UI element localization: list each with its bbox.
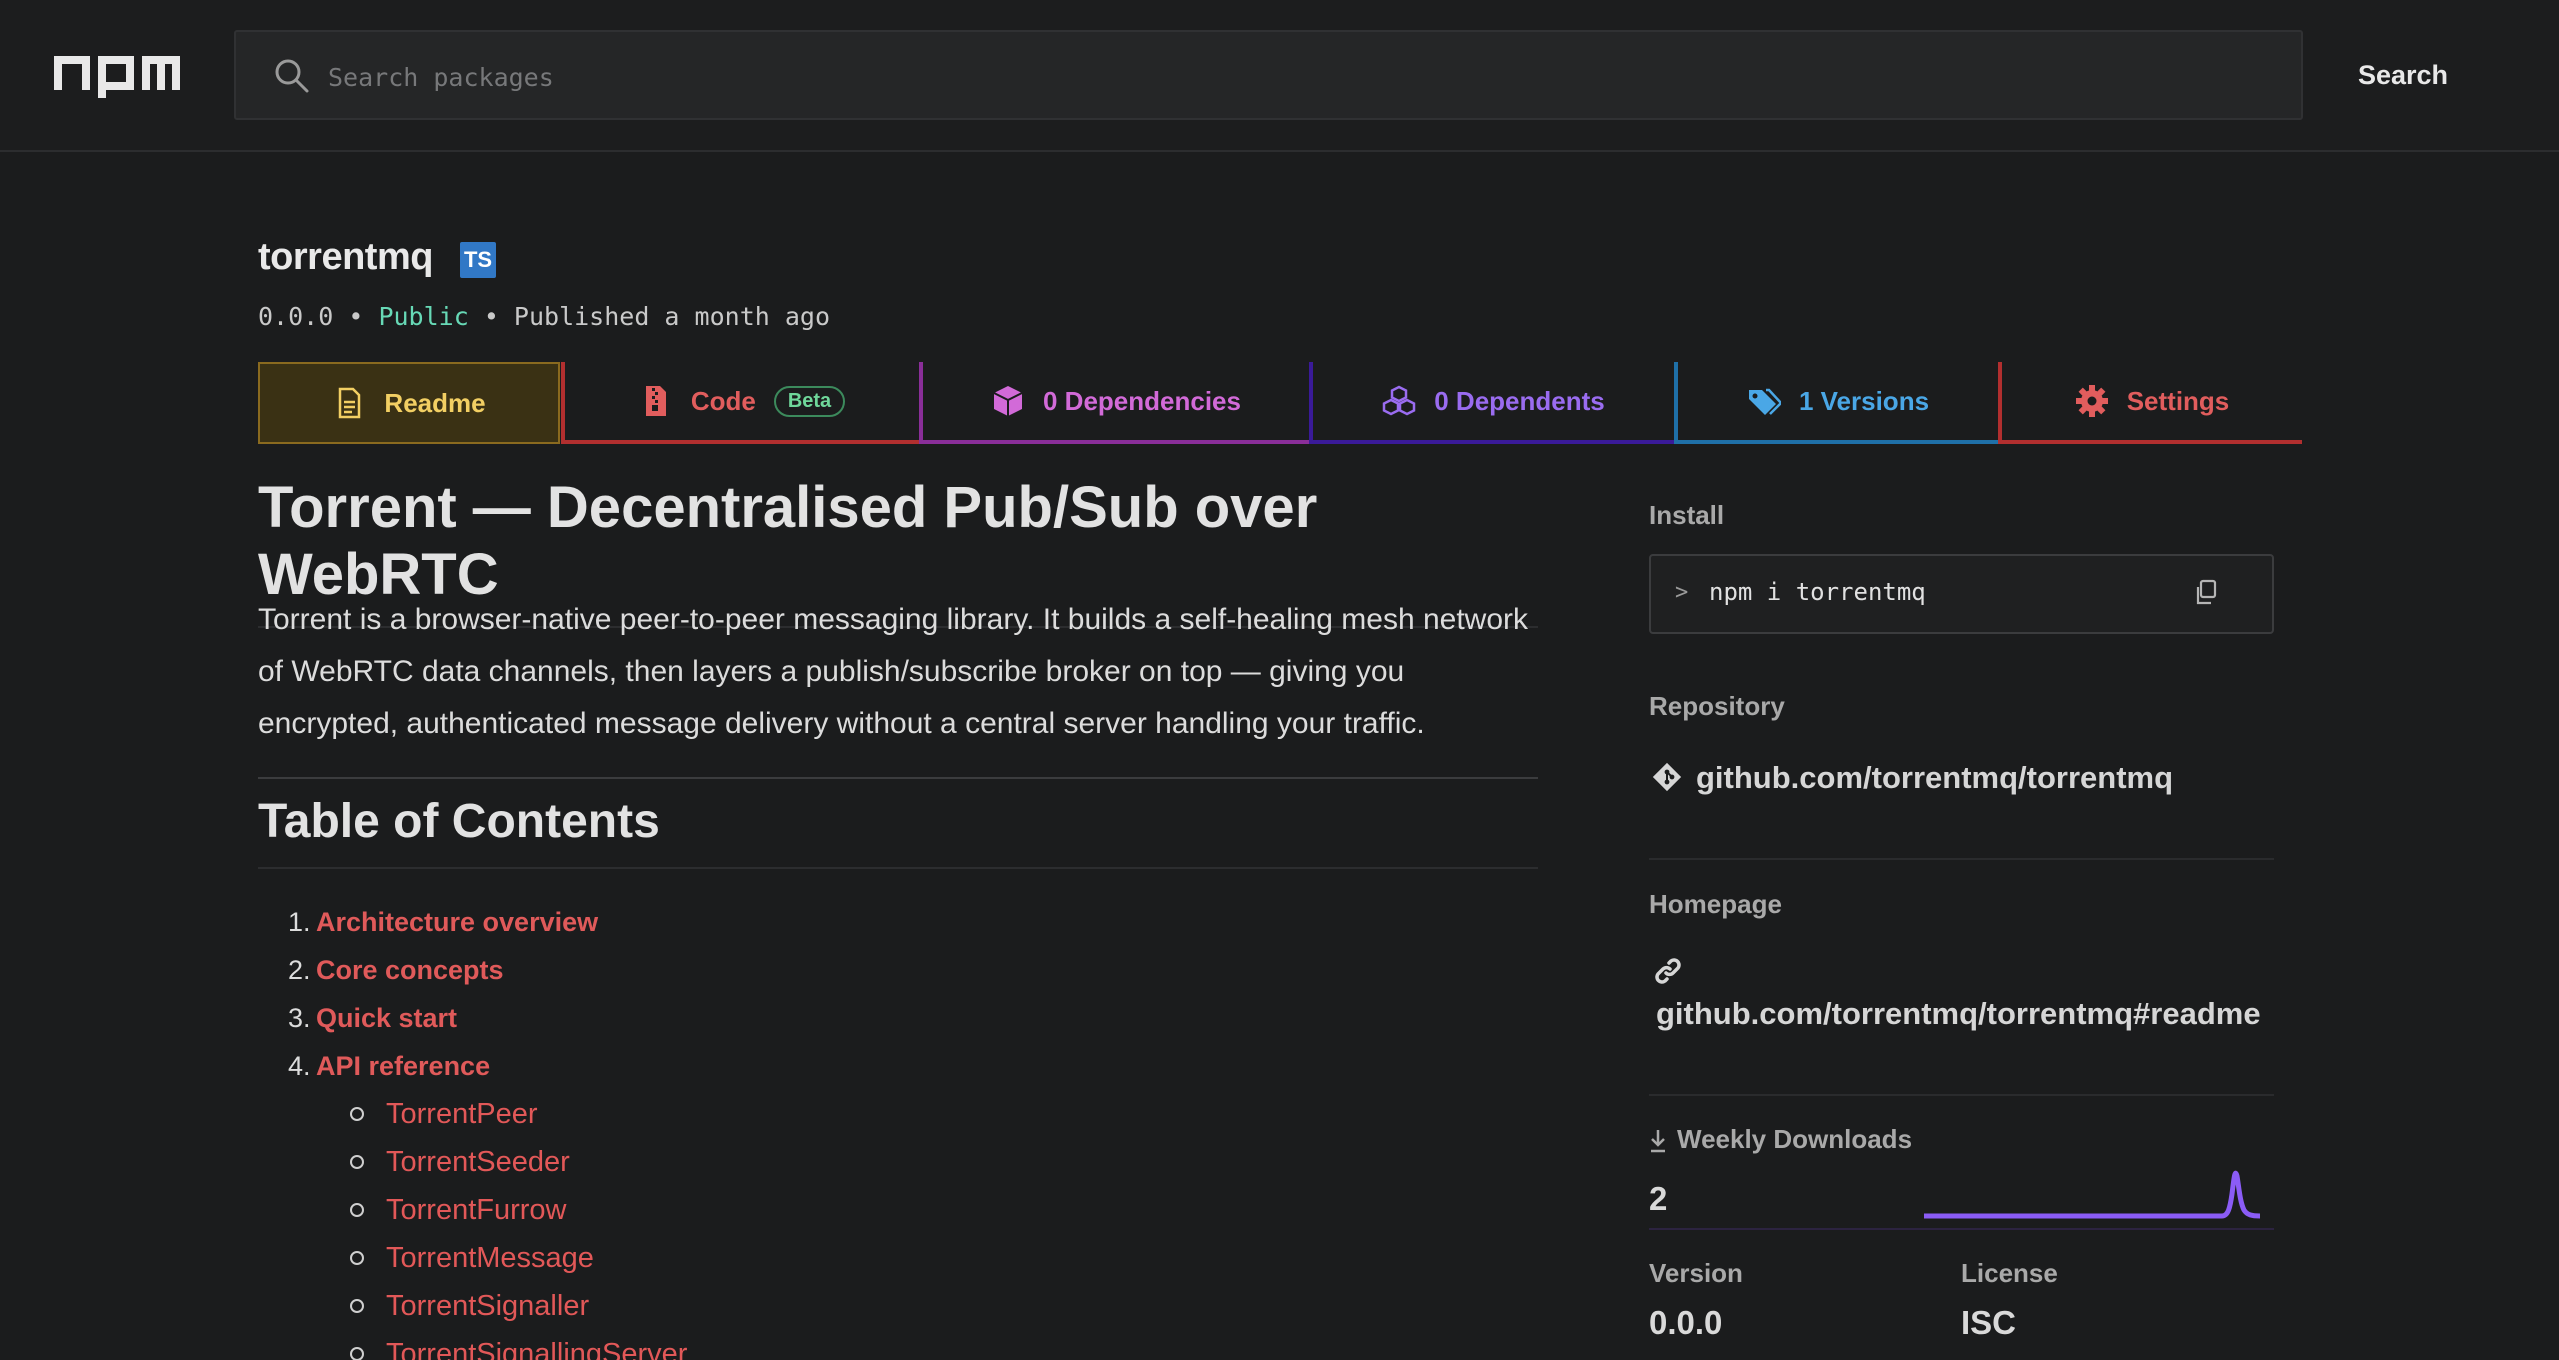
toc-link-torrentsignallingserver[interactable]: TorrentSignallingServer bbox=[386, 1338, 687, 1360]
license-value: ISC bbox=[1961, 1304, 2017, 1341]
toc-item: 4. API reference bbox=[288, 1042, 1488, 1090]
box-icon bbox=[993, 386, 1023, 416]
package-meta: 0.0.0 • Public • Published a month ago bbox=[258, 302, 830, 331]
toc-item: 2. Core concepts bbox=[288, 946, 1488, 994]
toc-number: 1. bbox=[288, 906, 311, 937]
toc-number: 3. bbox=[288, 1002, 311, 1033]
toc-link-torrentseeder[interactable]: TorrentSeeder bbox=[386, 1146, 570, 1179]
copy-icon[interactable] bbox=[2191, 578, 2221, 608]
meta-separator: • bbox=[348, 302, 379, 331]
homepage-label: Homepage bbox=[1649, 889, 1782, 919]
package-published: Published a month ago bbox=[513, 302, 830, 331]
toc-sub-item: TorrentSeeder bbox=[288, 1138, 1488, 1186]
toc-link-core-concepts[interactable]: Core concepts bbox=[316, 955, 504, 986]
toc-sub-item: TorrentMessage bbox=[288, 1234, 1488, 1282]
license-label: License bbox=[1961, 1258, 2058, 1288]
repository-link[interactable]: github.com/torrentmq/torrentmq bbox=[1696, 760, 2173, 796]
circle-bullet-icon bbox=[350, 1251, 364, 1265]
toc-link-torrentpeer[interactable]: TorrentPeer bbox=[386, 1098, 538, 1131]
divider bbox=[1649, 1094, 2274, 1096]
npm-logo[interactable] bbox=[54, 56, 180, 98]
toc-sub-item: TorrentSignallingServer bbox=[288, 1330, 1488, 1360]
version-value: 0.0.0 bbox=[1649, 1304, 1723, 1341]
readme-intro: Torrent is a browser-native peer-to-peer… bbox=[258, 603, 1529, 740]
toc-link-torrentmessage[interactable]: TorrentMessage bbox=[386, 1242, 594, 1275]
tab-code[interactable]: Code Beta bbox=[561, 362, 919, 444]
circle-bullet-icon bbox=[350, 1107, 364, 1121]
toc-number: 4. bbox=[288, 1050, 311, 1081]
install-label: Install bbox=[1649, 500, 1725, 530]
tab-versions[interactable]: 1 Versions bbox=[1674, 362, 1998, 444]
tab-settings-label: Settings bbox=[2126, 385, 2230, 416]
meta-separator: • bbox=[483, 302, 514, 331]
toc-link-architecture[interactable]: Architecture overview bbox=[316, 907, 598, 938]
toc-sub-item: TorrentPeer bbox=[288, 1090, 1488, 1138]
toc-link-quick-start[interactable]: Quick start bbox=[316, 1003, 457, 1034]
toc-item: 1. Architecture overview bbox=[288, 898, 1488, 946]
tab-versions-label: 1 Versions bbox=[1798, 385, 1930, 416]
weekly-downloads-value: 2 bbox=[1649, 1180, 1668, 1217]
weekly-downloads-label: Weekly Downloads bbox=[1677, 1124, 1913, 1154]
prompt-chevron-icon: > bbox=[1675, 580, 1689, 605]
cubes-icon bbox=[1383, 385, 1416, 416]
link-icon bbox=[1655, 958, 1681, 984]
search-input[interactable] bbox=[328, 50, 2228, 104]
toc-sub-item: TorrentFurrow bbox=[288, 1186, 1488, 1234]
search-icon bbox=[275, 59, 309, 93]
toc-title: Table of Contents bbox=[258, 794, 1538, 869]
circle-bullet-icon bbox=[350, 1155, 364, 1169]
homepage-link[interactable]: github.com/torrentmq/torrentmq#readme bbox=[1656, 996, 2261, 1032]
site-header: Search bbox=[0, 0, 2559, 152]
downloads-sparkline bbox=[1924, 1170, 2261, 1219]
circle-bullet-icon bbox=[350, 1299, 364, 1313]
toc-sub-item: TorrentSignaller bbox=[288, 1282, 1488, 1330]
package-name: torrentmq bbox=[258, 236, 433, 278]
toc-link-torrentfurrow[interactable]: TorrentFurrow bbox=[386, 1194, 567, 1227]
repository-label: Repository bbox=[1649, 691, 1785, 721]
circle-bullet-icon bbox=[350, 1347, 364, 1360]
tab-code-label: Code bbox=[690, 385, 756, 416]
install-command[interactable]: npm i torrentmq bbox=[1709, 578, 1926, 606]
divider bbox=[258, 777, 1538, 779]
search-button[interactable]: Search bbox=[2318, 30, 2488, 120]
file-text-icon bbox=[339, 387, 361, 419]
tab-dependents[interactable]: 0 Dependents bbox=[1309, 362, 1674, 444]
tab-dependencies-label: 0 Dependencies bbox=[1043, 385, 1241, 416]
tab-dependencies[interactable]: 0 Dependencies bbox=[919, 362, 1309, 444]
tab-dependents-label: 0 Dependents bbox=[1434, 385, 1605, 416]
git-icon bbox=[1652, 762, 1682, 792]
tab-readme[interactable]: Readme bbox=[258, 362, 560, 444]
circle-bullet-icon bbox=[350, 1203, 364, 1217]
divider bbox=[1649, 858, 2274, 860]
beta-badge: Beta bbox=[773, 385, 846, 417]
typescript-badge-icon: TS bbox=[460, 242, 496, 278]
toc-number: 2. bbox=[288, 954, 311, 985]
tab-settings[interactable]: Settings bbox=[1998, 362, 2302, 444]
table-of-contents: 1. Architecture overview 2. Core concept… bbox=[288, 898, 1488, 1360]
divider bbox=[1649, 1228, 2274, 1230]
version-label: Version bbox=[1649, 1258, 1743, 1288]
file-zip-icon bbox=[645, 386, 666, 416]
download-icon bbox=[1651, 1130, 1665, 1153]
tab-readme-label: Readme bbox=[384, 387, 486, 418]
toc-item: 3. Quick start bbox=[288, 994, 1488, 1042]
install-command-box[interactable]: > npm i torrentmq bbox=[1649, 554, 2274, 634]
toc-link-api-reference[interactable]: API reference bbox=[316, 1051, 490, 1082]
search-bar bbox=[234, 30, 2303, 120]
package-version: 0.0.0 bbox=[258, 302, 334, 331]
package-visibility: Public bbox=[378, 302, 469, 331]
toc-link-torrentsignaller[interactable]: TorrentSignaller bbox=[386, 1290, 589, 1323]
gear-icon bbox=[2075, 385, 2108, 417]
tags-icon bbox=[1748, 388, 1781, 415]
